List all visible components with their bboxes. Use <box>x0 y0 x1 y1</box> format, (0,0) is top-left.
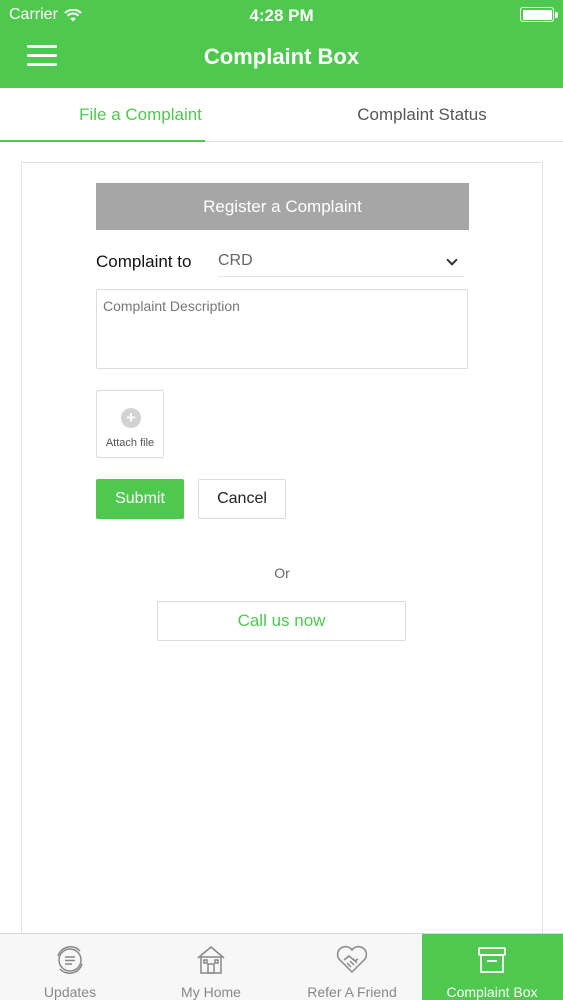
or-separator: Or <box>274 565 290 581</box>
complaint-to-select[interactable]: CRD <box>218 247 464 277</box>
tab-bar: File a Complaint Complaint Status <box>0 88 563 142</box>
tab-file-complaint[interactable]: File a Complaint <box>0 88 281 142</box>
add-icon: + <box>121 408 141 428</box>
status-time: 4:28 PM <box>249 6 314 25</box>
handshake-icon <box>336 945 368 974</box>
bottom-tab-label: Updates <box>43 984 97 1000</box>
cancel-button[interactable]: Cancel <box>198 479 286 519</box>
bottom-tab-my-home[interactable]: My Home <box>141 934 281 1000</box>
bottom-tab-label: My Home <box>181 984 241 1000</box>
bottom-tab-complaint-box[interactable]: Complaint Box <box>422 934 563 1000</box>
page-title: Complaint Box <box>203 44 360 69</box>
status-bar: Carrier 4:28 PM <box>0 0 563 30</box>
attach-file-button[interactable]: + Attach file <box>96 390 164 458</box>
updates-icon <box>57 946 83 974</box>
submit-button[interactable]: Submit <box>96 479 184 519</box>
bottom-tab-label: Complaint Box <box>446 984 538 1000</box>
bottom-tab-refer-friend[interactable]: Refer A Friend <box>282 934 422 1000</box>
register-complaint-header: Register a Complaint <box>96 183 469 230</box>
tab-complaint-status[interactable]: Complaint Status <box>281 88 563 142</box>
top-bar: Carrier 4:28 PM Complaint Box <box>0 0 563 88</box>
complaint-form-card: Register a Complaint Complaint to CRD + … <box>21 162 543 937</box>
complaint-to-label: Complaint to <box>96 252 192 271</box>
battery-icon <box>520 7 558 22</box>
bottom-tab-updates[interactable]: Updates <box>0 934 140 1000</box>
box-icon <box>478 947 506 973</box>
active-tab-indicator <box>0 140 205 142</box>
bottom-tab-bar: Updates My Home Refer A Friend Complaint… <box>0 933 563 1000</box>
bottom-tab-label: Refer A Friend <box>307 984 397 1000</box>
complaint-to-value: CRD <box>218 252 253 269</box>
attach-file-label: Attach file <box>105 437 155 449</box>
complaint-description-input[interactable] <box>96 289 468 369</box>
call-us-button[interactable]: Call us now <box>157 601 406 641</box>
home-icon <box>197 946 225 974</box>
chevron-down-icon <box>446 254 458 266</box>
